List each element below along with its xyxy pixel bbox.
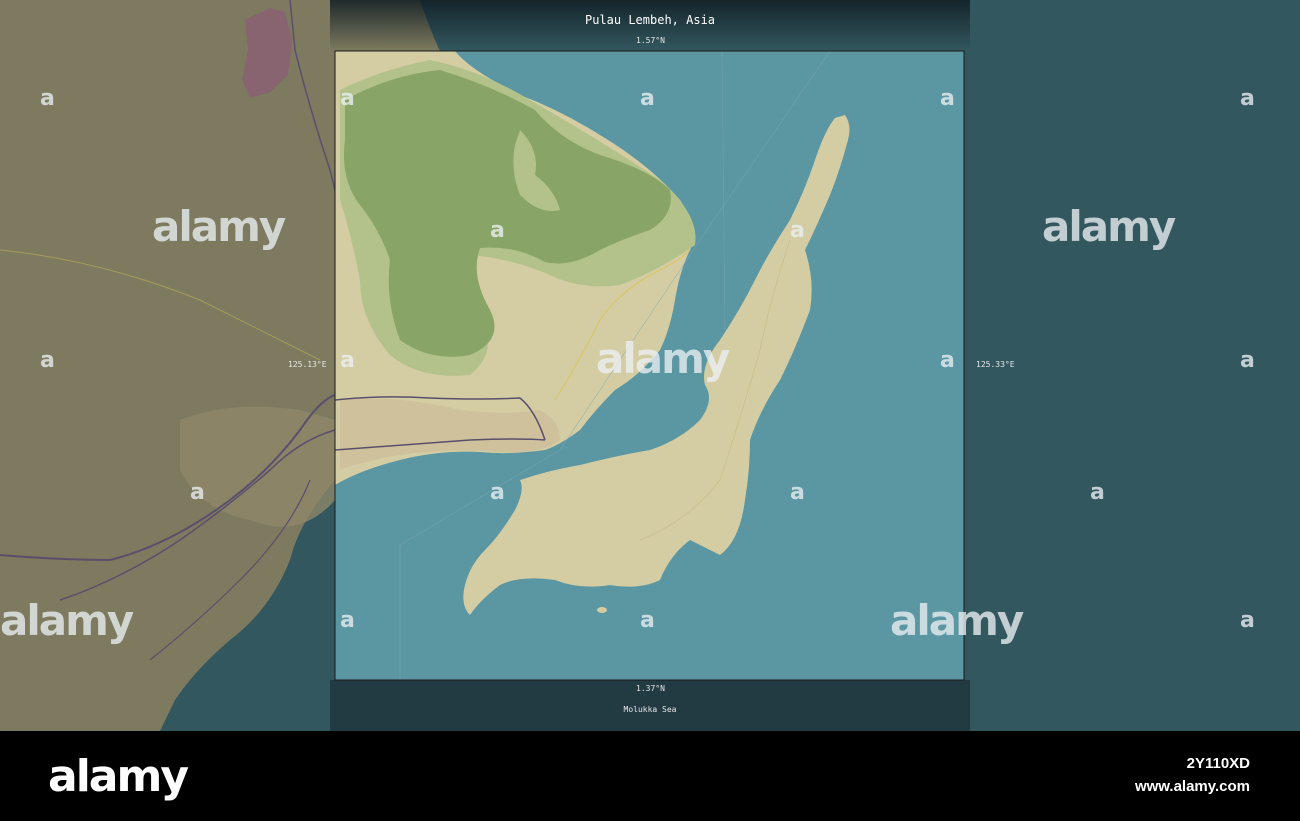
islet bbox=[597, 607, 607, 613]
lat-top-label: 1.57°N bbox=[636, 36, 665, 45]
watermark-mark: a bbox=[1240, 348, 1255, 373]
watermark-mark: a bbox=[190, 480, 205, 505]
watermark-mark: a bbox=[40, 86, 55, 111]
watermark-mark: a bbox=[40, 348, 55, 373]
watermark-mark: a bbox=[1240, 608, 1255, 633]
watermark-mark: a bbox=[790, 480, 805, 505]
watermark-mark: a bbox=[490, 218, 505, 243]
sea-name-label: Molukka Sea bbox=[623, 705, 677, 714]
lon-right-label: 125.33°E bbox=[976, 360, 1015, 369]
watermark-mark: a bbox=[340, 86, 355, 111]
lon-left-label: 125.13°E bbox=[288, 360, 327, 369]
lat-bottom-label: 1.37°N bbox=[636, 684, 665, 693]
footer-bar: alamy 2Y110XD www.alamy.com bbox=[0, 731, 1300, 821]
watermark-mark: a bbox=[940, 86, 955, 111]
watermark-mark: a bbox=[640, 608, 655, 633]
watermark-logo: alamy bbox=[152, 202, 286, 251]
map-view[interactable]: Pulau Lembeh, Asia 1.57°N 1.37°N 125.13°… bbox=[0, 0, 1300, 731]
watermark-logo: alamy bbox=[596, 334, 730, 383]
image-id: 2Y110XD bbox=[1186, 755, 1250, 772]
watermark-logo: alamy bbox=[0, 596, 134, 645]
watermark-logo: alamy bbox=[890, 596, 1024, 645]
footer-url[interactable]: www.alamy.com bbox=[1135, 778, 1250, 795]
watermark-mark: a bbox=[340, 608, 355, 633]
footer-logo[interactable]: alamy bbox=[48, 751, 189, 802]
watermark-mark: a bbox=[1240, 86, 1255, 111]
map-title: Pulau Lembeh, Asia bbox=[584, 13, 716, 27]
watermark-mark: a bbox=[790, 218, 805, 243]
watermark-logo: alamy bbox=[1042, 202, 1176, 251]
watermark-mark: a bbox=[640, 86, 655, 111]
watermark-mark: a bbox=[1090, 480, 1105, 505]
watermark-mark: a bbox=[490, 480, 505, 505]
watermark-mark: a bbox=[340, 348, 355, 373]
watermark-mark: a bbox=[940, 348, 955, 373]
